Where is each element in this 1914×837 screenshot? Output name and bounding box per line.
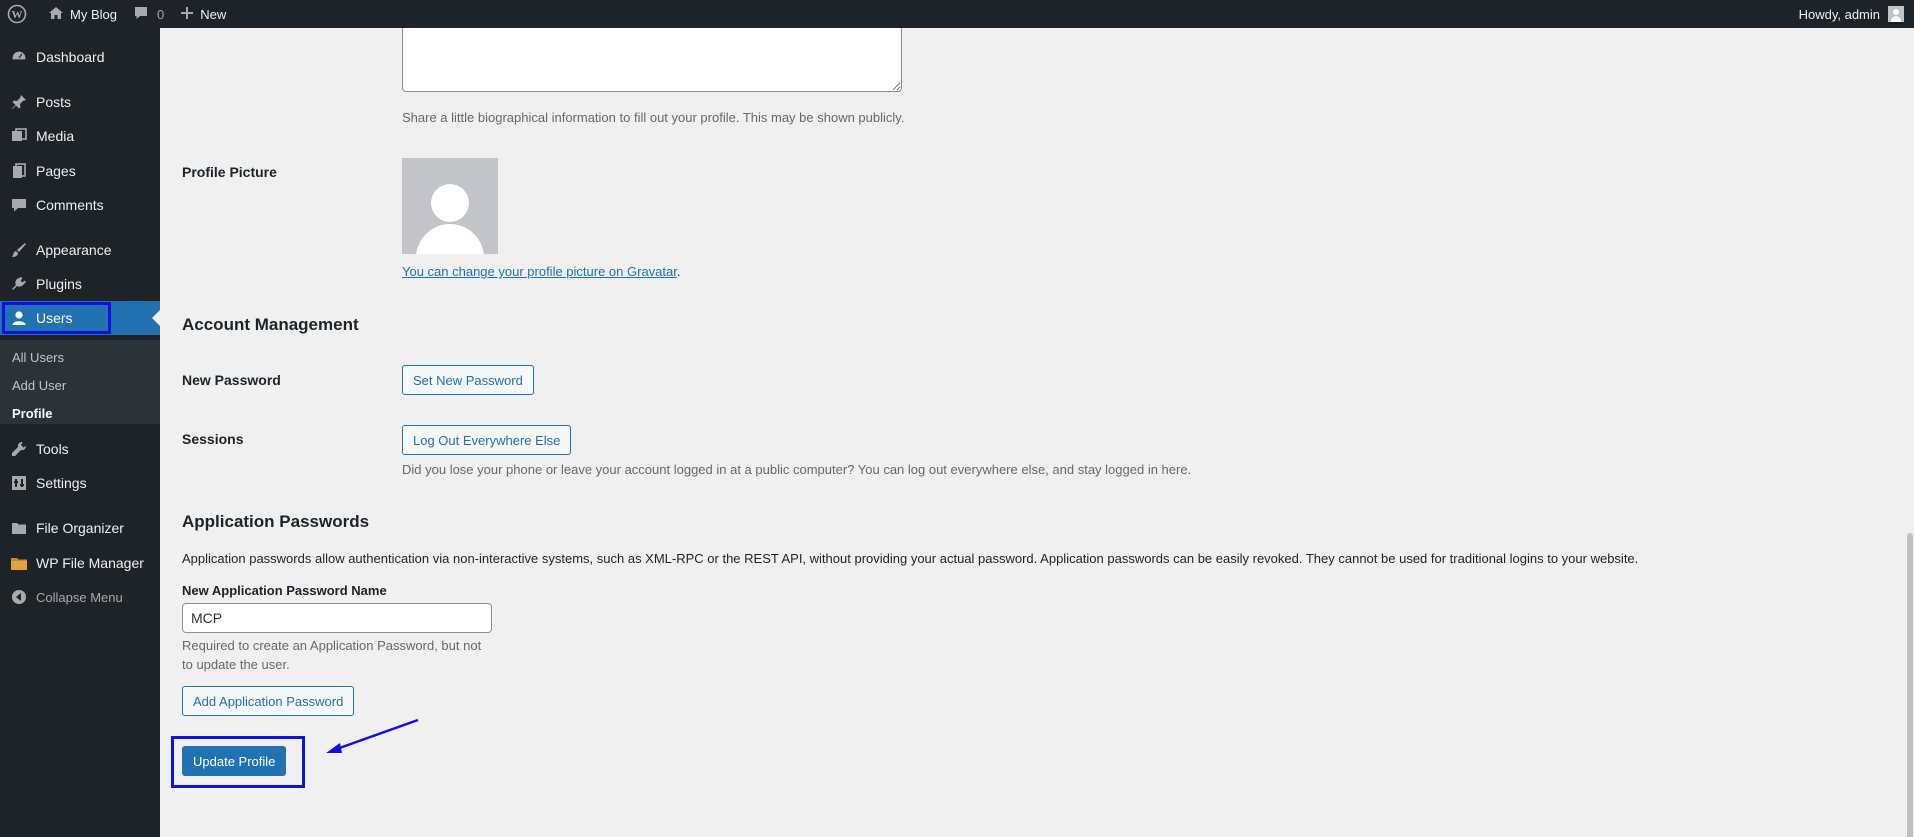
home-icon: [48, 5, 70, 24]
sidebar-item-label: Plugins: [36, 276, 82, 292]
app-password-help-line-1: Required to create an Application Passwo…: [182, 638, 482, 653]
folder-icon: [10, 519, 28, 537]
update-profile-button[interactable]: Update Profile: [182, 746, 287, 776]
annotation-box-users: [2, 302, 111, 334]
sidebar-item-media[interactable]: Media: [0, 119, 160, 153]
account-management-heading: Account Management: [182, 315, 359, 334]
new-label: New: [200, 6, 227, 22]
collapse-menu-button[interactable]: Collapse Menu: [0, 580, 160, 614]
sidebar-item-label: Comments: [36, 197, 104, 213]
page-scrollbar[interactable]: [1906, 28, 1914, 837]
plug-icon: [10, 275, 28, 293]
sessions-description: Did you lose your phone or leave your ac…: [402, 462, 1192, 477]
svg-text:W: W: [12, 9, 23, 21]
profile-content: Share a little biographical information …: [160, 18, 1914, 837]
submenu-profile[interactable]: Profile: [12, 406, 52, 421]
sidebar-item-label: Collapse Menu: [36, 589, 123, 605]
site-name-link[interactable]: My Blog: [40, 0, 125, 28]
current-menu-arrow: [152, 310, 160, 326]
sidebar-item-label: WP File Manager: [36, 555, 144, 571]
sidebar-item-settings[interactable]: Settings: [0, 466, 160, 500]
sidebar-item-label: Dashboard: [36, 49, 105, 65]
submenu-add-user[interactable]: Add User: [12, 378, 66, 393]
gravatar-line: You can change your profile picture on G…: [402, 264, 681, 279]
sidebar-item-label: Appearance: [36, 242, 112, 258]
application-passwords-description: Application passwords allow authenticati…: [182, 551, 1639, 566]
users-submenu: All Users Add User Profile: [0, 340, 160, 424]
site-name: My Blog: [70, 6, 117, 22]
plus-icon: [180, 6, 200, 23]
sidebar-item-label: Tools: [36, 441, 69, 457]
new-password-label: New Password: [182, 372, 281, 388]
my-account[interactable]: Howdy, admin: [1799, 6, 1914, 22]
sidebar-item-wp-file-manager[interactable]: WP File Manager: [0, 546, 160, 580]
sidebar-item-dashboard[interactable]: Dashboard: [0, 40, 160, 74]
app-password-help-line-2: to update the user.: [182, 657, 290, 672]
collapse-icon: [10, 588, 28, 606]
sessions-label: Sessions: [182, 431, 244, 447]
comment-icon: [133, 5, 155, 24]
biographical-info-textarea[interactable]: [402, 18, 902, 92]
wrench-icon: [10, 440, 28, 458]
submenu-all-users[interactable]: All Users: [12, 350, 64, 365]
sidebar-item-plugins[interactable]: Plugins: [0, 267, 160, 301]
sidebar-item-appearance[interactable]: Appearance: [0, 233, 160, 267]
admin-bar: W My Blog 0 New Howdy, admin: [0, 0, 1914, 28]
sidebar-item-label: Settings: [36, 475, 87, 491]
app-password-help: Required to create an Application Passwo…: [182, 636, 481, 674]
sidebar-item-label: Pages: [36, 163, 76, 179]
annotation-arrow-icon: [326, 718, 419, 753]
avatar-head-shape: [431, 184, 469, 222]
howdy-text: Howdy, admin: [1798, 6, 1880, 22]
settings-icon: [10, 474, 28, 492]
profile-picture: [402, 158, 498, 254]
sidebar-item-file-organizer[interactable]: File Organizer: [0, 511, 160, 545]
gravatar-link[interactable]: You can change your profile picture on G…: [402, 264, 677, 279]
sidebar-item-label: Media: [36, 128, 75, 144]
app-password-name-input[interactable]: [182, 603, 492, 633]
comment-icon: [10, 196, 28, 214]
dashboard-icon: [10, 48, 28, 66]
file-manager-icon: [10, 554, 28, 572]
media-icon: [10, 127, 28, 145]
comments-count: 0: [156, 6, 165, 22]
profile-picture-label: Profile Picture: [182, 164, 277, 180]
sidebar-item-posts[interactable]: Posts: [0, 85, 160, 119]
sidebar-item-tools[interactable]: Tools: [0, 432, 160, 466]
sidebar-item-label: Posts: [36, 94, 72, 110]
wordpress-logo-icon[interactable]: W: [0, 0, 40, 28]
sidebar-item-comments[interactable]: Comments: [0, 188, 160, 222]
new-content-link[interactable]: New: [172, 0, 234, 28]
application-passwords-heading: Application Passwords: [182, 512, 370, 531]
comments-link[interactable]: 0: [125, 0, 172, 28]
pin-icon: [10, 93, 28, 111]
set-new-password-button[interactable]: Set New Password: [402, 365, 534, 395]
brush-icon: [10, 241, 28, 259]
gravatar-suffix: .: [676, 264, 681, 279]
bio-description: Share a little biographical information …: [402, 110, 905, 125]
log-out-everywhere-button[interactable]: Log Out Everywhere Else: [402, 425, 572, 455]
avatar-body-shape: [416, 224, 484, 254]
add-application-password-button[interactable]: Add Application Password: [182, 686, 355, 716]
admin-sidebar: Dashboard Posts Media Pages Comments App…: [0, 28, 160, 837]
scrollbar-thumb[interactable]: [1907, 533, 1913, 837]
sidebar-item-pages[interactable]: Pages: [0, 154, 160, 188]
avatar: [1888, 6, 1904, 22]
app-password-name-label: New Application Password Name: [182, 583, 387, 598]
pages-icon: [10, 162, 28, 180]
sidebar-item-label: File Organizer: [36, 520, 124, 536]
